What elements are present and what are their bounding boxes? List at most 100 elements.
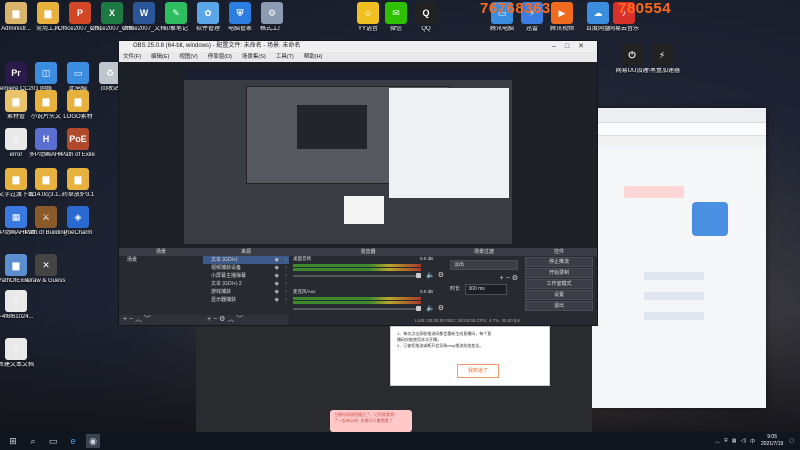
add-icon[interactable]: + [123, 316, 127, 323]
control-button[interactable]: 停止推流 [525, 257, 593, 267]
menu-item[interactable]: 工具(T) [276, 54, 294, 60]
network-tray-icon[interactable]: ▦ [732, 438, 737, 444]
speaker-icon[interactable]: 🔈 [426, 271, 435, 279]
controls-panel: 控件 停止推流 开始录制 工作室模式 设置 退出 [521, 248, 597, 325]
volume-icon[interactable]: ◁) [740, 438, 746, 444]
volume-slider[interactable] [293, 275, 421, 277]
scene-item[interactable]: 场景 [119, 256, 203, 264]
desktop-shortcut[interactable]: ▯ 新建文本文档 [0, 338, 38, 369]
eye-icon[interactable]: ◉ [275, 256, 279, 264]
new-text-doc-icon: ▯ [5, 338, 27, 360]
taskview-icon[interactable]: ▭ [46, 434, 60, 448]
obs-titlebar[interactable]: OBS 25.0.8 (64-bit, windows) - 配置文件: 未命名… [119, 41, 597, 52]
add-icon[interactable]: + [207, 316, 211, 323]
lock-icon[interactable]: ▫ [285, 264, 287, 272]
language-indicator[interactable]: 中 [750, 438, 755, 445]
eye-icon[interactable]: ◉ [275, 296, 279, 304]
scenes-list[interactable]: 场景 [119, 256, 203, 315]
menu-item[interactable]: 编辑(E) [151, 54, 169, 60]
speaker-icon[interactable]: 🔈 [426, 304, 435, 312]
remove-icon[interactable]: − [506, 275, 510, 282]
down-icon[interactable]: ﹀ [236, 316, 243, 323]
lock-icon[interactable]: ▫ [285, 280, 287, 288]
desktop-shortcut[interactable]: PoE Path of Exile [56, 128, 100, 159]
source-item[interactable]: 文本 (GDI+) ◉ ▫ [203, 256, 289, 264]
menu-item[interactable]: 停靠窗(D) [208, 54, 232, 60]
scenes-panel: 场景 场景 + − ︿ ﹀ [119, 248, 204, 325]
duration-input[interactable]: 300 ms [465, 284, 508, 295]
obs-preview[interactable] [119, 62, 597, 248]
source-item[interactable]: 文本 (GDI+) 2 ◉ ▫ [203, 280, 289, 288]
dialog-line-3: 2、已被拒推流或断开会导致rtmp推流失效变化。 [397, 343, 484, 348]
eye-icon[interactable]: ◉ [275, 280, 279, 288]
obs-taskbar-icon[interactable]: ◉ [86, 434, 100, 448]
control-button[interactable]: 设置 [525, 290, 593, 300]
dialog-ok-button[interactable]: 我知道了 [457, 364, 499, 378]
preview-dialog [344, 196, 384, 224]
lock-icon[interactable]: ▫ [285, 288, 287, 296]
shield-icon[interactable]: ⛨ [724, 438, 728, 444]
desktop-shortcut[interactable]: ▯ ~4f6f61024... [0, 290, 38, 321]
eye-icon[interactable]: ◉ [275, 264, 279, 272]
control-button[interactable]: 退出 [525, 301, 593, 311]
volume-knob[interactable] [416, 273, 421, 278]
remove-icon[interactable]: − [213, 316, 217, 323]
browser-toolbar[interactable] [592, 123, 766, 136]
tray-chevron-icon[interactable]: ︿ [715, 438, 720, 445]
settings-icon[interactable]: ⚙ [219, 316, 225, 323]
gear-icon[interactable]: ⚙ [512, 275, 518, 282]
up-icon[interactable]: ︿ [135, 316, 142, 323]
source-item[interactable]: 小屏幕主播弹幕 ◉ ▫ [203, 272, 289, 280]
word-icon: W [133, 2, 155, 24]
sources-header: 来源 [203, 248, 289, 256]
source-item[interactable]: 显示器捕获 ◉ ▫ [203, 296, 289, 304]
gear-icon[interactable]: ⚙ [438, 304, 444, 312]
clock[interactable]: 9:05 2021/7/19 [761, 434, 783, 448]
desktop-shortcut[interactable]: ⚡ 小黑盒加速器 [640, 44, 684, 75]
shortcut-label: 小黑盒加速器 [643, 68, 680, 74]
add-icon[interactable]: + [500, 275, 504, 282]
control-button[interactable]: 工作室模式 [525, 279, 593, 289]
desktop-shortcut[interactable]: ◈ PoeCharm [56, 206, 100, 237]
transition-select[interactable]: 淡出 [450, 260, 518, 270]
up-icon[interactable]: ︿ [227, 316, 234, 323]
volume-slider[interactable] [293, 308, 421, 310]
mixer-header: 混音器 [289, 248, 447, 256]
obs-window[interactable]: OBS 25.0.8 (64-bit, windows) - 配置文件: 未命名… [118, 40, 598, 326]
desktop-shortcut[interactable]: Q QQ [404, 2, 448, 33]
down-icon[interactable]: ﹀ [144, 316, 151, 323]
desktop-shortcut[interactable]: ▆ 药草放炉3.1 [56, 168, 100, 199]
overlay-number-left: 767683637 [480, 0, 560, 17]
start-icon[interactable]: ⊞ [6, 434, 20, 448]
source-item[interactable]: 视频捕获设备 ◉ ▫ [203, 264, 289, 272]
shortcut-label: ~4f6f61024... [0, 314, 34, 320]
remove-icon[interactable]: − [129, 316, 133, 323]
pc-manager-icon: ⛨ [229, 2, 251, 24]
eye-icon[interactable]: ◉ [275, 272, 279, 280]
desktop-shortcut[interactable]: ⚙ 格式工厂 [250, 2, 294, 33]
this-pc-icon: ▭ [67, 62, 89, 84]
volume-knob[interactable] [416, 306, 421, 311]
menu-item[interactable]: 帮助(H) [304, 54, 323, 60]
lock-icon[interactable]: ▫ [285, 256, 287, 264]
gear-icon[interactable]: ⚙ [438, 271, 444, 279]
lock-icon[interactable]: ▫ [285, 272, 287, 280]
eye-icon[interactable]: ◉ [275, 288, 279, 296]
browser-window[interactable] [592, 108, 766, 408]
edge-icon[interactable]: e [66, 434, 80, 448]
source-item[interactable]: 游戏捕获 ◉ ▫ [203, 288, 289, 296]
notification-icon[interactable]: ▢ [789, 438, 794, 444]
menu-item[interactable]: 视图(V) [179, 54, 197, 60]
desktop-shortcut[interactable]: ✕ Draw & Guess [24, 254, 68, 285]
browser-tab-bar[interactable] [592, 108, 766, 123]
menu-item[interactable]: 文件(F) [123, 54, 141, 60]
search-icon[interactable]: ⌕ [26, 434, 40, 448]
menu-item[interactable]: 场景集(S) [242, 54, 266, 60]
sources-list[interactable]: 文本 (GDI+) ◉ ▫ 视频捕获设备 ◉ ▫ 小屏幕主播弹幕 ◉ ▫ 文本 (GDI+) 2 ◉… [203, 256, 289, 315]
source-label: 文本 (GDI+) 2 [211, 281, 242, 287]
window-controls[interactable]: –□✕ [552, 41, 593, 52]
tools-folder-icon: ▆ [37, 2, 59, 24]
desktop-shortcut[interactable]: ▆ LOGO素材 [56, 90, 100, 121]
lock-icon[interactable]: ▫ [285, 296, 287, 304]
control-button[interactable]: 开始录制 [525, 268, 593, 278]
